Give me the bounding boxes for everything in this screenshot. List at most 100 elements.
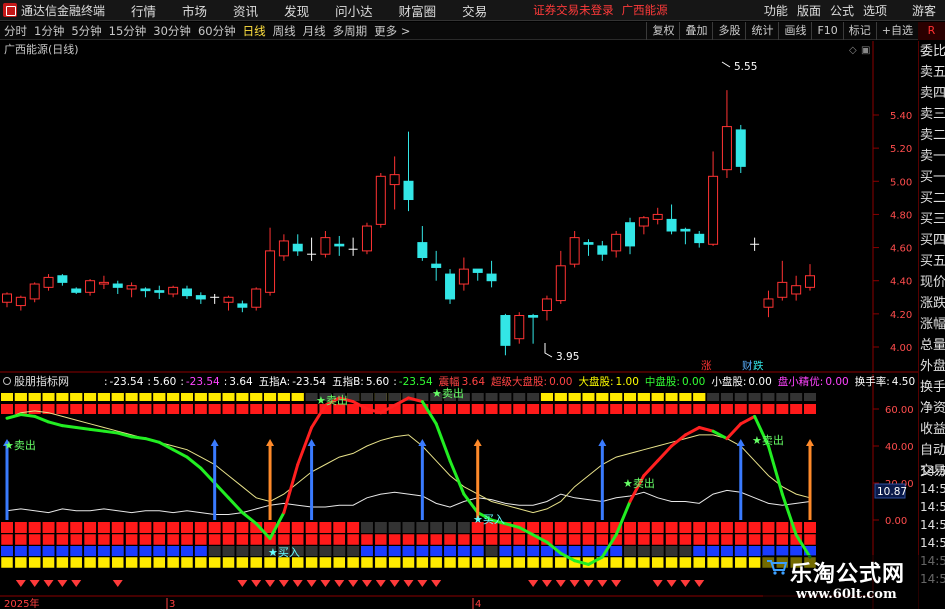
candle-body — [403, 180, 414, 201]
strip-cell — [56, 404, 69, 414]
strip-cell — [28, 522, 41, 533]
strip-cell — [499, 556, 512, 569]
period-intraday[interactable]: 分时 — [4, 23, 27, 39]
menu-item-ask[interactable]: 问小达 — [335, 1, 373, 20]
strip-cell — [693, 522, 706, 533]
candle-body — [500, 315, 511, 346]
login-status[interactable]: 证券交易未登录 — [533, 2, 614, 18]
strip-cell — [333, 556, 346, 569]
menu-function[interactable]: 功能 — [764, 2, 788, 19]
strip-cell — [596, 404, 609, 414]
period-60min[interactable]: 60分钟 — [198, 23, 236, 39]
quote-time: 14:5 — [920, 536, 945, 550]
strip-cell — [14, 546, 27, 556]
strip-cell — [651, 522, 664, 533]
quote-label: 净资 — [920, 401, 945, 416]
add-watchlist-button[interactable]: +自选 — [875, 22, 918, 40]
strip-cell — [347, 522, 360, 533]
strip-cell — [582, 546, 595, 556]
strip-cell — [222, 546, 235, 556]
period-5min[interactable]: 5分钟 — [71, 23, 101, 39]
quote-label: 买四 — [920, 233, 945, 248]
strip-cell — [720, 522, 733, 533]
candle-body — [389, 174, 400, 186]
period-30min[interactable]: 30分钟 — [153, 23, 191, 39]
period-daily[interactable]: 日线 — [243, 23, 266, 39]
strip-cell — [1, 546, 13, 556]
strip-cell — [734, 546, 747, 556]
strip-cell — [540, 556, 554, 569]
strip-cell — [568, 404, 581, 414]
strip-cell — [665, 404, 678, 414]
strip-cell — [360, 393, 373, 401]
period-15min[interactable]: 15分钟 — [109, 23, 147, 39]
menu-formula[interactable]: 公式 — [830, 2, 854, 19]
price-chart[interactable]: 广西能源(日线) 5.40 5.20 5.00 4.80 4.60 4.40 4.20 4.0… — [0, 41, 918, 373]
legend-finance: 财 — [742, 359, 753, 372]
menu-item-discover[interactable]: 发现 — [284, 1, 309, 20]
menu-item-markets[interactable]: 市场 — [182, 1, 207, 20]
strip-cell — [333, 522, 346, 533]
candle-body — [708, 175, 719, 245]
strip-cell — [596, 522, 609, 533]
f10-button[interactable]: F10 — [811, 22, 842, 40]
stats-button[interactable]: 统计 — [745, 22, 778, 40]
strip-cell — [111, 404, 124, 414]
strip-cell — [388, 533, 401, 546]
multi-stock-button[interactable]: 多股 — [712, 22, 745, 40]
price-tick-label: 4.80 — [890, 210, 912, 221]
guest-label[interactable]: 游客 — [912, 2, 936, 19]
candle — [251, 287, 262, 311]
strip-cell — [402, 556, 415, 569]
candle-body — [625, 222, 636, 247]
strip-cell — [346, 556, 360, 569]
mark-button[interactable]: 标记 — [842, 22, 876, 40]
menu-item-news[interactable]: 资讯 — [233, 1, 258, 20]
adjust-button[interactable]: 复权 — [646, 22, 679, 40]
strip-cell — [554, 556, 568, 569]
diamond-icon[interactable]: ◇ — [849, 45, 857, 56]
strip-cell — [111, 546, 124, 556]
menu-layout[interactable]: 版面 — [797, 2, 821, 19]
strip-cell — [651, 393, 664, 401]
sell-signal-label: ★卖出 — [432, 386, 464, 400]
strip-cell — [319, 533, 332, 546]
strip-cell — [153, 522, 166, 533]
period-1min[interactable]: 1分钟 — [34, 23, 64, 39]
quote-label: 委比 — [920, 44, 945, 59]
strip-cell — [430, 546, 443, 556]
period-multi[interactable]: 多周期 — [333, 23, 368, 39]
strip-cell — [222, 556, 235, 569]
expand-icon[interactable]: ▣ — [861, 45, 870, 56]
draw-button[interactable]: 画线 — [778, 22, 811, 40]
strip-cell — [166, 556, 180, 569]
period-weekly[interactable]: 周线 — [273, 23, 296, 39]
strip-cell — [84, 393, 97, 401]
quote-panel: 委比 卖五 卖四 卖三 卖二 卖一 买一 买二 买三 买四 买五 现价 涨跌 涨幅 总量 外盘 换手 净资 收益 自动… — [918, 41, 945, 609]
strip-cell — [443, 556, 457, 569]
indicator-name: 股朋指标网 — [14, 374, 69, 388]
candle-body — [666, 218, 677, 232]
strip-cell — [388, 556, 401, 569]
period-more[interactable]: 更多 > — [374, 23, 410, 39]
menu-item-wealth[interactable]: 财富圈 — [399, 1, 437, 20]
sell-signal-label: ★卖出 — [4, 438, 36, 452]
strip-cell — [153, 404, 166, 414]
strip-cell — [42, 393, 55, 401]
indicator-separator: : — [224, 376, 228, 388]
strip-cell — [457, 546, 470, 556]
candle-body — [265, 250, 276, 293]
strip-cell — [222, 533, 235, 546]
candle-body — [57, 275, 68, 283]
strip-cell — [180, 546, 193, 556]
menu-options[interactable]: 选项 — [863, 2, 887, 19]
candle-body — [195, 295, 206, 300]
strip-cell — [762, 404, 775, 414]
menu-item-trade[interactable]: 交易 — [462, 1, 487, 20]
strip-cell — [333, 533, 346, 546]
indicator-separator: : — [104, 376, 108, 388]
period-monthly[interactable]: 月线 — [303, 23, 326, 39]
menu-item-market[interactable]: 行情 — [131, 1, 156, 20]
strip-cell — [250, 546, 263, 556]
overlay-button[interactable]: 叠加 — [679, 22, 712, 40]
